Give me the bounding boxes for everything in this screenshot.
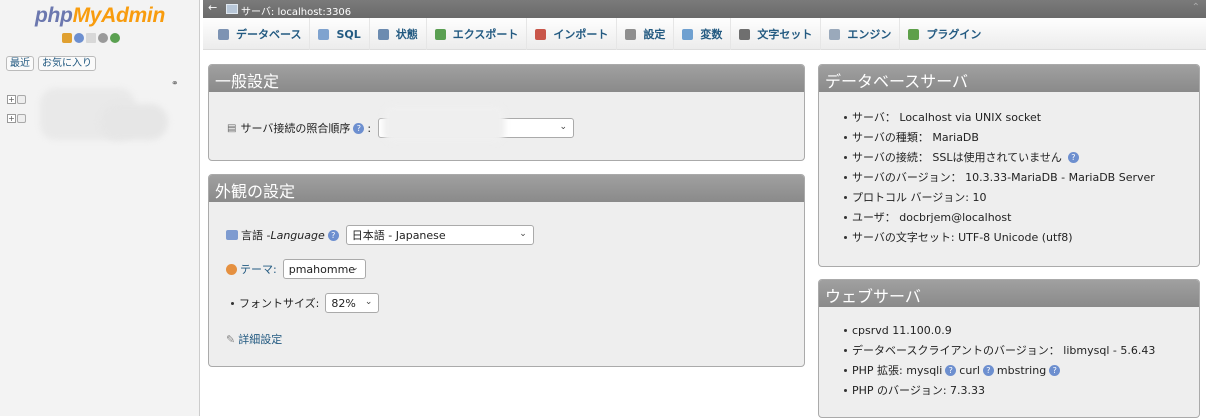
charset-icon	[739, 28, 751, 40]
list-item: PHP 拡張: mysqli? curl? mbstring?	[841, 360, 1199, 380]
help-icon[interactable]: ?	[353, 122, 365, 134]
fontsize-row: フォントサイズ: 82% ⌄	[228, 293, 380, 313]
language-label: 言語 -	[241, 229, 271, 242]
home-icon[interactable]	[62, 33, 72, 43]
chevron-down-icon: ⌄	[519, 229, 527, 239]
theme-row: テーマ: pmahomme ⌄	[226, 259, 366, 279]
reload-icon[interactable]	[110, 33, 120, 43]
more-settings-row: ✎ 詳細設定	[226, 329, 282, 349]
list-item: PHP のバージョン: 7.3.33	[841, 380, 1199, 400]
list-icon: ▤	[227, 122, 237, 134]
fontsize-label: フォントサイズ:	[239, 297, 320, 310]
language-icon	[226, 230, 238, 240]
tab-databases[interactable]: データベース	[210, 18, 311, 50]
list-item: プロトコル バージョン: 10	[841, 187, 1199, 207]
engine-icon	[829, 28, 841, 40]
plugin-icon	[908, 28, 920, 40]
expand-icon[interactable]: +	[7, 114, 16, 123]
list-item: サーバ： Localhost via UNIX socket	[841, 107, 1199, 127]
collapse-icon[interactable]: ⌃	[1192, 2, 1200, 13]
wrench-icon: ✎	[226, 332, 236, 346]
main-menu: データベース SQL 状態 エクスポート インポート 設定 変数 文字セット エ…	[203, 18, 1206, 50]
list-item: サーバのバージョン： 10.3.33-MariaDB - MariaDB Ser…	[841, 167, 1199, 187]
list-item: ユーザ： docbrjem@localhost	[841, 207, 1199, 227]
help-icon[interactable]: ?	[327, 229, 339, 241]
tab-charsets[interactable]: 文字セット	[731, 18, 822, 50]
expand-icon[interactable]: +	[7, 95, 16, 104]
panel-title: データベースサーバ	[819, 65, 1199, 92]
sql-icon	[318, 28, 330, 40]
server-icon	[226, 4, 238, 14]
help-icon[interactable]: ?	[945, 364, 957, 376]
tab-plugins[interactable]: プラグイン	[900, 18, 989, 50]
list-item: データベースクライアントのバージョン： libmysql - 5.6.43	[841, 340, 1199, 360]
database-icon	[17, 95, 26, 104]
help-icon[interactable]: ?	[1049, 364, 1061, 376]
server-breadcrumb[interactable]: サーバ: localhost:3306	[241, 3, 351, 18]
bullet	[231, 301, 234, 305]
back-arrow-icon[interactable]: ←	[208, 1, 217, 14]
list-item: サーバの文字セット: UTF-8 Unicode (utf8)	[841, 227, 1199, 247]
list-item: cpsrvd 11.100.0.9	[841, 320, 1199, 340]
more-settings-link[interactable]: 詳細設定	[238, 331, 282, 347]
web-server-panel: ウェブサーバ cpsrvd 11.100.0.9 データベースクライアントのバー…	[818, 279, 1200, 418]
tab-settings[interactable]: 設定	[617, 18, 675, 50]
database-server-panel: データベースサーバ サーバ： Localhost via UNIX socket…	[818, 64, 1200, 267]
chevron-down-icon: ⌄	[351, 263, 359, 273]
breadcrumb-bar: ← サーバ: localhost:3306 ⌃	[203, 0, 1206, 18]
tree-node[interactable]: +	[7, 114, 26, 123]
tab-sql[interactable]: SQL	[310, 18, 370, 50]
tab-import[interactable]: インポート	[527, 18, 618, 50]
favorites-link[interactable]: お気に入り	[38, 56, 96, 71]
collation-colon: :	[367, 121, 372, 135]
list-item: サーバの接続： SSLは使用されていません?	[841, 147, 1199, 167]
appearance-settings-panel: 外観の設定 言語 - Language ? 日本語 - Japanese ⌄ テ…	[208, 174, 805, 367]
chevron-down-icon: ⌄	[559, 122, 568, 132]
import-icon	[535, 28, 547, 40]
phpmyadmin-logo[interactable]: phpMyAdmin	[0, 4, 200, 28]
help-icon[interactable]: ?	[982, 364, 994, 376]
export-icon	[434, 28, 446, 40]
panel-title: 一般設定	[209, 65, 804, 92]
general-settings-panel: 一般設定 ▤ サーバ接続の照合順序 ? : ⌄	[208, 64, 805, 161]
tree-node[interactable]: +	[7, 95, 26, 104]
tab-variables[interactable]: 変数	[674, 18, 732, 50]
language-label-english: Language	[270, 228, 325, 242]
tab-export[interactable]: エクスポート	[427, 18, 528, 50]
database-icon	[218, 28, 229, 40]
theme-select[interactable]: pmahomme ⌄	[282, 259, 366, 279]
fontsize-select[interactable]: 82% ⌄	[325, 293, 380, 313]
chevron-down-icon: ⌄	[364, 297, 373, 307]
tab-status[interactable]: 状態	[370, 18, 427, 50]
panel-title: ウェブサーバ	[819, 280, 1199, 307]
list-item: サーバの種類： MariaDB	[841, 127, 1199, 147]
navigation-panel: phpMyAdmin 最近 お気に入り ⚭ + +	[0, 0, 200, 416]
theme-palette-icon	[226, 263, 237, 275]
redacted-region	[383, 105, 505, 143]
redacted-region	[100, 104, 168, 140]
language-row: 言語 - Language ? 日本語 - Japanese ⌄	[226, 225, 534, 245]
docs-icon[interactable]	[86, 33, 96, 43]
recent-tables-link[interactable]: 最近	[6, 56, 34, 71]
nav-links: 最近 お気に入り	[6, 56, 96, 71]
theme-label[interactable]: テーマ:	[240, 261, 277, 277]
link-chain-icon[interactable]: ⚭	[171, 79, 179, 89]
wrench-icon	[625, 28, 637, 40]
panel-title: 外観の設定	[209, 175, 804, 202]
status-icon	[377, 28, 389, 40]
nav-icon-bar	[62, 33, 120, 43]
database-icon	[17, 114, 26, 123]
help-icon[interactable]: ?	[1067, 151, 1079, 163]
variables-icon	[682, 28, 694, 40]
language-select[interactable]: 日本語 - Japanese ⌄	[345, 225, 534, 245]
settings-gear-icon[interactable]	[98, 33, 108, 43]
tab-engines[interactable]: エンジン	[821, 18, 901, 50]
logout-icon[interactable]	[74, 33, 84, 43]
collation-label: サーバ接続の照合順序	[240, 122, 351, 135]
